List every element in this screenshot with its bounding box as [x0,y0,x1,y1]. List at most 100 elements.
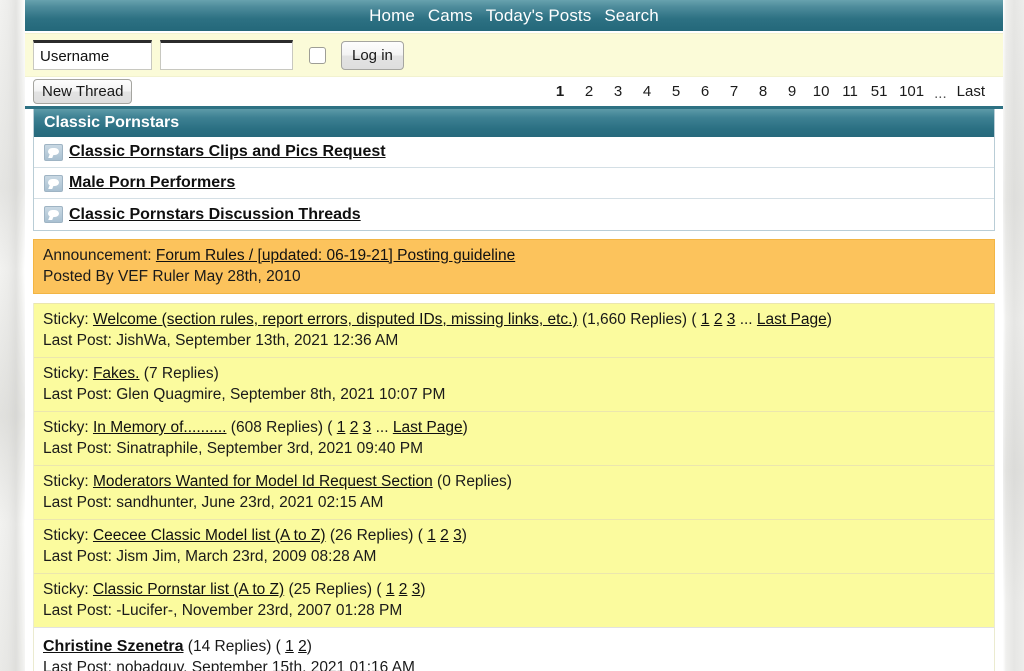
pagination: 1 2 3 4 5 6 7 8 9 10 11 51 101 ... Last [547,80,989,104]
thread-page-link-1[interactable]: 1 [386,581,395,598]
thread-page-link-1[interactable]: 1 [337,419,346,436]
nav-item-cams[interactable]: Cams [428,6,473,26]
thread-last-post: Last Post: Jism Jim, March 23rd, 2009 08… [43,548,377,565]
nav-item-search[interactable]: Search [604,6,658,26]
thread-pages-open: ( [691,311,697,328]
thread-prefix: Sticky: [43,527,89,544]
thread-prefix: Sticky: [43,419,89,436]
thread-prefix: Sticky: [43,473,89,490]
thread-title-link[interactable]: Classic Pornstar list (A to Z) [93,581,284,598]
page-button-4[interactable]: 4 [634,80,660,104]
thread-row: Christine Szenetra (14 Replies) ( 1 2) L… [34,627,994,671]
thread-page-link-2[interactable]: 2 [350,419,359,436]
subforum-row[interactable]: Classic Pornstars Discussion Threads [34,199,994,230]
subforum-row[interactable]: Classic Pornstars Clips and Pics Request [34,137,994,168]
page-button-5[interactable]: 5 [663,80,689,104]
thread-row: Sticky: Fakes. (7 Replies) Last Post: Gl… [34,357,994,411]
forum-page-viewport: Home Cams Today's Posts Search Log in Ne… [25,0,1003,671]
forum-bubble-icon [44,143,63,161]
username-input[interactable] [33,40,152,70]
thread-last-post: Last Post: JishWa, September 13th, 2021 … [43,332,399,349]
thread-page-link-1[interactable]: 1 [427,527,436,544]
thread-row: Sticky: In Memory of.......... (608 Repl… [34,411,994,465]
thread-title-link[interactable]: Welcome (section rules, report errors, d… [93,311,578,328]
thread-last-page-link[interactable]: Last Page [757,311,827,328]
thread-title-link[interactable]: Moderators Wanted for Model Id Request S… [93,473,433,490]
thread-title-link[interactable]: Ceecee Classic Model list (A to Z) [93,527,326,544]
thread-last-page-link[interactable]: Last Page [393,419,463,436]
page-button-2[interactable]: 2 [576,80,602,104]
thread-pages-ellipsis: ... [739,311,753,328]
thread-row: Sticky: Moderators Wanted for Model Id R… [34,465,994,519]
thread-page-link-3[interactable]: 3 [363,419,372,436]
thread-page-link-1[interactable]: 1 [285,638,294,655]
page-button-3[interactable]: 3 [605,80,631,104]
thread-pages-close: ) [306,638,312,655]
announcement-posted-by: Posted By VEF Ruler May 28th, 2010 [43,268,301,285]
thread-title-line: Sticky: Ceecee Classic Model list (A to … [43,525,994,546]
thread-pages-close: ) [826,311,832,328]
password-input[interactable] [160,40,293,70]
thread-row: Sticky: Classic Pornstar list (A to Z) (… [34,573,994,627]
page-button-101[interactable]: 101 [895,80,928,104]
thread-title-line: Sticky: Fakes. (7 Replies) [43,363,994,384]
thread-title-link[interactable]: Christine Szenetra [43,638,183,655]
page-button-8[interactable]: 8 [750,80,776,104]
page-button-10[interactable]: 10 [808,80,834,104]
thread-row: Sticky: Ceecee Classic Model list (A to … [34,519,994,573]
thread-reply-count: (14 Replies) [187,638,272,655]
subforum-link-discussion-threads[interactable]: Classic Pornstars Discussion Threads [69,206,361,224]
nav-item-home[interactable]: Home [369,6,415,26]
thread-page-link-2[interactable]: 2 [399,581,408,598]
thread-page-link-2[interactable]: 2 [298,638,307,655]
page-button-last[interactable]: Last [953,80,989,104]
subforum-row[interactable]: Male Porn Performers [34,168,994,199]
page-button-1[interactable]: 1 [547,80,573,104]
remember-me-checkbox[interactable] [309,46,326,64]
page-button-11[interactable]: 11 [837,80,863,104]
forum-bubble-icon [44,206,63,223]
announcement-title-link[interactable]: Forum Rules / [updated: 06-19-21] Postin… [156,247,515,264]
pagination-ellipsis: ... [934,84,947,102]
thread-title-link[interactable]: Fakes. [93,365,140,382]
page-button-7[interactable]: 7 [721,80,747,104]
thread-pages-open: ( [376,581,382,598]
subforum-link-male-porn-performers[interactable]: Male Porn Performers [69,174,235,192]
thread-page-link-2[interactable]: 2 [714,311,723,328]
thread-pages-open: ( [327,419,333,436]
announcement-line-1: Announcement: Forum Rules / [updated: 06… [43,245,994,266]
thread-title-line: Sticky: Classic Pornstar list (A to Z) (… [43,579,994,600]
thread-reply-count: (7 Replies) [143,365,219,382]
page-button-9[interactable]: 9 [779,80,805,104]
subforum-link-clips-and-pics-request[interactable]: Classic Pornstars Clips and Pics Request [69,143,386,161]
thread-title-line: Sticky: In Memory of.......... (608 Repl… [43,417,994,438]
page-button-6[interactable]: 6 [692,80,718,104]
top-navigation-bar: Home Cams Today's Posts Search [25,0,1003,33]
thread-prefix: Sticky: [43,581,89,598]
log-in-button[interactable]: Log in [341,40,404,70]
thread-page-link-3[interactable]: 3 [727,311,736,328]
thread-title-link[interactable]: In Memory of.......... [93,419,227,436]
subforum-list: Classic Pornstars Clips and Pics Request… [33,137,995,231]
thread-page-link-1[interactable]: 1 [701,311,710,328]
thread-pages-open: ( [417,527,423,544]
nav-item-todays-posts[interactable]: Today's Posts [486,6,592,26]
thread-reply-count: (26 Replies) [329,527,414,544]
thread-pages-ellipsis: ... [375,419,389,436]
thread-last-post: Last Post: Glen Quagmire, September 8th,… [43,386,446,403]
new-thread-button[interactable]: New Thread [33,79,133,104]
thread-title-line: Christine Szenetra (14 Replies) ( 1 2) [43,636,994,657]
forum-title-header: Classic Pornstars [33,109,995,137]
announcement-row: Announcement: Forum Rules / [updated: 06… [33,239,995,294]
thread-list: Sticky: Welcome (section rules, report e… [33,303,995,671]
thread-title-line: Sticky: Moderators Wanted for Model Id R… [43,471,994,492]
thread-last-post: Last Post: sandhunter, June 23rd, 2021 0… [43,494,384,511]
thread-reply-count: (25 Replies) [288,581,373,598]
thread-last-post: Last Post: nobadguy, September 15th, 202… [43,659,415,671]
thread-page-link-3[interactable]: 3 [453,527,462,544]
page-button-51[interactable]: 51 [866,80,892,104]
login-bar: Log in [25,33,1003,77]
thread-reply-count: (608 Replies) [230,419,323,436]
thread-toolbar: New Thread 1 2 3 4 5 6 7 8 9 10 11 51 10… [25,77,1003,109]
thread-page-link-2[interactable]: 2 [440,527,449,544]
